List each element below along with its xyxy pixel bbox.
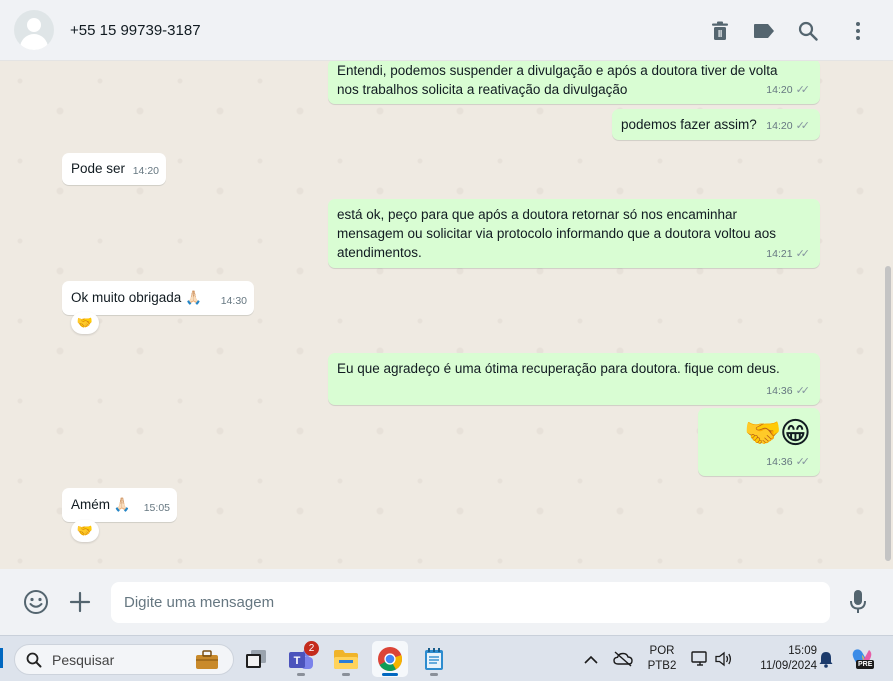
file-explorer-icon[interactable] (328, 641, 364, 677)
attach-plus-icon[interactable] (66, 588, 94, 616)
taskbar-edge-indicator (0, 648, 3, 668)
reaction-badge[interactable]: 🤝 (71, 520, 99, 542)
teams-icon[interactable]: T 2 (283, 641, 319, 677)
task-view-icon[interactable] (238, 641, 274, 677)
message-outgoing[interactable]: podemos fazer assim? 14:20 ✓✓ (612, 109, 820, 140)
keyboard-language[interactable]: POR PTB2 (646, 644, 678, 674)
search-label: Pesquisar (52, 652, 115, 668)
teams-badge: 2 (304, 641, 319, 656)
message-meta: 14:20 ✓✓ (766, 117, 810, 136)
copilot-icon[interactable]: PRE (845, 641, 879, 677)
keyboard-layout: PTB2 (647, 660, 677, 672)
message-time: 15:05 (143, 502, 170, 514)
message-outgoing-emoji[interactable]: 🤝😁 14:36 ✓✓ (698, 408, 820, 476)
language-code: POR (649, 645, 675, 657)
message-time: 14:20 (766, 84, 793, 96)
message-text-line: mensagem ou solicitar via protocolo info… (337, 226, 777, 241)
running-indicator (430, 673, 438, 676)
reaction-badge[interactable]: 🤝 (71, 312, 99, 334)
chat-scrollbar[interactable] (885, 266, 891, 561)
svg-text:T: T (294, 655, 301, 667)
message-incoming[interactable]: Amém 🙏🏻 15:05 (62, 488, 177, 522)
running-indicator (297, 673, 305, 676)
message-text-line: está ok, peço para que após a doutora re… (337, 207, 738, 222)
emoji-message: 🤝😁 (744, 417, 811, 450)
search-icon (26, 652, 42, 668)
message-text-line: Eu que agradeço é uma ótima recuperação … (337, 361, 780, 376)
briefcase-icon (196, 650, 218, 669)
message-outgoing[interactable]: está ok, peço para que após a doutora re… (328, 199, 820, 268)
message-time: 14:20 (132, 165, 159, 177)
message-outgoing[interactable]: Eu que agradeço é uma ótima recuperação … (328, 353, 820, 405)
message-time: 14:21 (766, 248, 793, 260)
label-icon[interactable] (752, 19, 776, 43)
emoji-icon[interactable] (22, 588, 50, 616)
notification-bell-icon[interactable] (815, 641, 837, 677)
message-outgoing[interactable]: Entendi, podemos suspender a divulgação … (328, 61, 820, 104)
windows-taskbar: Pesquisar T 2 POR PTB2 15:09 11/09/2024 (0, 635, 893, 681)
message-meta: 14:21 ✓✓ (766, 245, 810, 264)
message-text-line: atendimentos. (337, 245, 422, 260)
read-ticks-icon: ✓✓ (795, 385, 811, 397)
message-text-line: Ok muito obrigada 🙏🏻 (71, 290, 202, 305)
message-time: 14:36 (766, 385, 793, 397)
clock-date: 11/09/2024 (760, 660, 817, 672)
notepad-icon[interactable] (416, 641, 452, 677)
message-meta: 14:36 ✓✓ (766, 453, 810, 472)
message-meta: 14:20 ✓✓ (766, 81, 810, 100)
message-composer (0, 569, 893, 635)
copilot-badge: PRE (856, 660, 875, 669)
contact-name[interactable]: +55 15 99739-3187 (70, 22, 201, 39)
microphone-icon[interactable] (844, 588, 872, 616)
clock-time: 15:09 (788, 645, 817, 657)
message-incoming[interactable]: Ok muito obrigada 🙏🏻 14:30 (62, 281, 254, 315)
chevron-up-icon[interactable] (578, 641, 604, 677)
clock[interactable]: 15:09 11/09/2024 (745, 644, 817, 674)
chat-header: +55 15 99739-3187 (0, 0, 893, 61)
message-meta: 14:36 ✓✓ (766, 382, 810, 401)
chrome-icon[interactable] (372, 641, 408, 677)
message-incoming[interactable]: Pode ser 14:20 (62, 153, 166, 185)
read-ticks-icon: ✓✓ (795, 84, 811, 96)
message-text-line: nos trabalhos solicita a reativação da d… (337, 82, 628, 97)
search-icon[interactable] (796, 19, 820, 43)
menu-icon[interactable] (846, 19, 870, 43)
delete-icon[interactable] (708, 19, 732, 43)
active-indicator (382, 673, 398, 676)
running-indicator (342, 673, 350, 676)
contact-avatar[interactable] (14, 10, 54, 50)
read-ticks-icon: ✓✓ (795, 248, 811, 260)
network-icon[interactable] (688, 641, 712, 677)
read-ticks-icon: ✓✓ (795, 456, 811, 468)
message-text-line: Entendi, podemos suspender a divulgação … (337, 63, 778, 78)
taskbar-search[interactable]: Pesquisar (14, 644, 234, 675)
message-time: 14:20 (766, 120, 793, 132)
message-input[interactable] (111, 582, 830, 623)
volume-icon[interactable] (712, 641, 736, 677)
message-time: 14:36 (766, 456, 793, 468)
read-ticks-icon: ✓✓ (795, 120, 811, 132)
onedrive-offline-icon[interactable] (608, 641, 638, 677)
conversation-panel[interactable]: Entendi, podemos suspender a divulgação … (0, 61, 893, 569)
message-time: 14:30 (220, 295, 247, 307)
